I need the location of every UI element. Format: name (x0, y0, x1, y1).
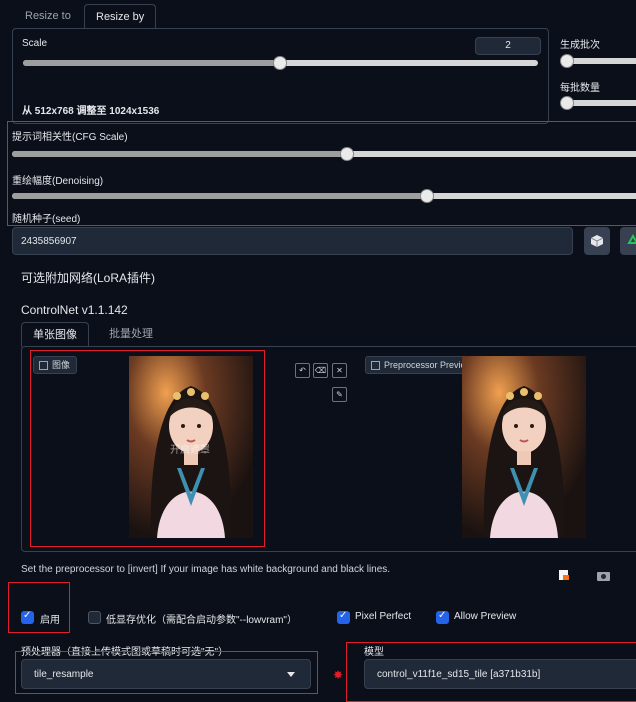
batch-size-label: 每批数量 (560, 83, 600, 94)
enable-checkbox[interactable] (21, 610, 34, 624)
batch-size-thumb[interactable] (560, 96, 574, 110)
scale-slider[interactable] (23, 56, 538, 70)
preprocessor-preview-image[interactable] (462, 356, 586, 538)
lora-section-label[interactable]: 可选附加网络(LoRA插件) (21, 269, 155, 286)
preprocessor-select[interactable]: tile_resample (21, 659, 311, 689)
scale-label: Scale (22, 38, 48, 49)
allow-preview-checkbox[interactable] (436, 610, 449, 624)
tab-resize-to[interactable]: Resize to (14, 4, 82, 28)
scale-input[interactable]: 2 (475, 37, 541, 55)
scale-slider-thumb[interactable] (273, 56, 287, 70)
denoising-slider[interactable] (12, 189, 636, 203)
mask-overlay-text[interactable]: 开启遮罩 (170, 441, 210, 456)
seed-input[interactable]: 2435856907 (12, 227, 573, 255)
run-preprocessor-icon[interactable]: ✸ (333, 668, 343, 682)
tab-batch[interactable]: 批量处理 (98, 322, 164, 346)
denoising-slider-thumb[interactable] (420, 189, 434, 203)
controlnet-title[interactable]: ControlNet v1.1.142 (21, 303, 128, 317)
batch-size-slider[interactable] (560, 96, 636, 110)
pixel-perfect-label: Pixel Perfect (355, 611, 412, 622)
allow-preview-label: Allow Preview (454, 611, 517, 622)
lowvram-label: 低显存优化（需配合启动参数"--lowvram"） (106, 615, 297, 626)
cfg-slider-fill (12, 151, 348, 157)
pixel-perfect-checkbox[interactable] (337, 610, 350, 624)
enable-label: 启用 (40, 615, 60, 626)
cfg-label: 提示词相关性(CFG Scale) (12, 132, 128, 143)
resize-panel: Scale 2 从 512x768 调整至 1024x1536 (12, 28, 549, 124)
recycle-seed-icon[interactable] (620, 227, 636, 255)
preprocessor-dropdown-icon[interactable] (287, 672, 295, 677)
undo-icon[interactable]: ↶ (295, 363, 310, 378)
lowvram-checkbox[interactable] (88, 611, 101, 624)
resize-info: 从 512x768 调整至 1024x1536 (22, 106, 160, 117)
eraser-icon[interactable]: ⌫ (313, 363, 328, 378)
image-label-tag: 图像 (33, 356, 78, 374)
close-icon[interactable]: ✕ (332, 363, 347, 378)
document-icon[interactable] (558, 569, 570, 581)
seed-label: 随机种子(seed) (12, 214, 81, 225)
batch-count-slider[interactable] (560, 54, 636, 68)
brush-icon[interactable]: ✎ (332, 387, 347, 402)
preprocessor-label: 预处理器（直接上传模式图或草稿时可选"无"） (21, 647, 229, 658)
highlight-enable (8, 582, 70, 633)
denoising-label: 重绘幅度(Denoising) (12, 176, 104, 187)
random-seed-dice-icon[interactable] (584, 227, 610, 255)
cfg-slider-thumb[interactable] (340, 147, 354, 161)
tab-single-image[interactable]: 单张图像 (21, 322, 89, 347)
cfg-slider[interactable] (12, 147, 636, 161)
model-label: 模型 (364, 647, 384, 658)
batch-count-thumb[interactable] (560, 54, 574, 68)
batch-count-label: 生成批次 (560, 40, 600, 51)
invert-hint: Set the preprocessor to [invert] If your… (21, 564, 391, 575)
tab-resize-by[interactable]: Resize by (84, 4, 157, 29)
scale-slider-fill (23, 60, 281, 66)
denoising-slider-fill (12, 193, 428, 199)
model-select[interactable]: control_v11f1e_sd15_tile [a371b31b] (364, 659, 636, 689)
camera-icon[interactable] (597, 570, 610, 581)
